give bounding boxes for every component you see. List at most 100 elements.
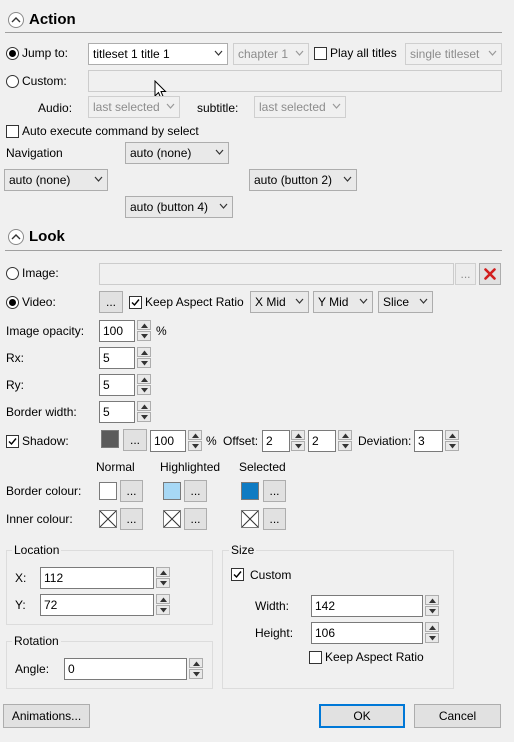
jump-target-select[interactable]: titleset 1 title 1 [88, 43, 228, 65]
image-radio[interactable] [6, 267, 19, 280]
nav-right-select[interactable]: auto (button 2) [249, 169, 357, 191]
ry-input[interactable]: 5 [99, 374, 135, 396]
rx-input[interactable]: 5 [99, 347, 135, 369]
jump-to-radio[interactable] [6, 47, 19, 60]
spin-up-icon[interactable] [156, 594, 170, 604]
location-x-input[interactable]: 112 [40, 567, 154, 589]
shadow-offset-x-input[interactable]: 2 [262, 430, 290, 452]
spin-up-icon[interactable] [291, 430, 305, 440]
spin-down-icon[interactable] [189, 669, 203, 679]
shadow-color-swatch[interactable] [101, 430, 119, 448]
spin-up-icon[interactable] [137, 347, 151, 357]
spin-up-icon[interactable] [188, 430, 202, 440]
border-colour-highlighted-button[interactable]: ... [184, 480, 207, 502]
spin-up-icon[interactable] [425, 595, 439, 605]
x-align-select[interactable]: X Mid [250, 291, 309, 313]
inner-colour-normal-swatch[interactable] [99, 510, 117, 528]
nav-up-select[interactable]: auto (none) [125, 142, 229, 164]
chapter-select[interactable]: chapter 1 [233, 43, 309, 65]
border-colour-selected-button[interactable]: ... [263, 480, 286, 502]
custom-command-input[interactable] [88, 70, 502, 92]
spin-down-icon[interactable] [137, 412, 151, 422]
nav-left-select[interactable]: auto (none) [4, 169, 108, 191]
clear-image-button[interactable] [479, 263, 501, 285]
border-width-input[interactable]: 5 [99, 401, 135, 423]
size-width-input[interactable]: 142 [311, 595, 423, 617]
shadow-deviation-input[interactable]: 3 [414, 430, 443, 452]
titleset-scope-select[interactable]: single titleset [405, 43, 502, 65]
video-browse-button[interactable]: ... [99, 291, 123, 313]
image-opacity-input[interactable]: 100 [99, 320, 135, 342]
shadow-checkbox[interactable] [6, 435, 19, 448]
size-height-input[interactable]: 106 [311, 622, 423, 644]
location-y-input[interactable]: 72 [40, 594, 154, 616]
audio-select[interactable]: last selected [88, 96, 180, 118]
spin-down-icon[interactable] [156, 605, 170, 615]
border-colour-normal-button[interactable]: ... [120, 480, 143, 502]
spin-down-icon[interactable] [156, 578, 170, 588]
fit-mode-select[interactable]: Slice [378, 291, 433, 313]
size-width-spinner[interactable] [425, 595, 439, 617]
inner-colour-highlighted-button[interactable]: ... [184, 508, 207, 530]
shadow-opacity-input[interactable]: 100 [150, 430, 186, 452]
video-radio[interactable] [6, 296, 19, 309]
spin-up-icon[interactable] [137, 320, 151, 330]
shadow-offset-x-spinner[interactable] [291, 430, 305, 452]
location-x-spinner[interactable] [156, 567, 170, 589]
shadow-offset-y-spinner[interactable] [338, 430, 352, 452]
border-width-spinner[interactable] [137, 401, 151, 423]
rx-spinner[interactable] [137, 347, 151, 369]
spin-down-icon[interactable] [137, 358, 151, 368]
image-opacity-spinner[interactable] [137, 320, 151, 342]
collapse-look-icon[interactable] [8, 229, 24, 245]
size-custom-checkbox[interactable] [231, 568, 244, 581]
animations-button[interactable]: Animations... [3, 704, 90, 728]
spin-up-icon[interactable] [137, 374, 151, 384]
border-colour-normal-swatch[interactable] [99, 482, 117, 500]
cancel-button[interactable]: Cancel [414, 704, 501, 728]
play-all-titles-checkbox[interactable] [314, 47, 327, 60]
ry-spinner[interactable] [137, 374, 151, 396]
spin-up-icon[interactable] [425, 622, 439, 632]
spin-down-icon[interactable] [425, 633, 439, 643]
image-browse-button[interactable]: ... [455, 263, 476, 285]
image-path-input[interactable] [99, 263, 454, 285]
spin-down-icon[interactable] [188, 441, 202, 451]
size-height-spinner[interactable] [425, 622, 439, 644]
spin-down-icon[interactable] [425, 606, 439, 616]
spin-up-icon[interactable] [189, 658, 203, 668]
subtitle-select[interactable]: last selected [254, 96, 346, 118]
shadow-deviation-spinner[interactable] [445, 430, 459, 452]
custom-radio[interactable] [6, 75, 19, 88]
inner-colour-selected-swatch[interactable] [241, 510, 259, 528]
spin-down-icon[interactable] [137, 385, 151, 395]
shadow-opacity-spinner[interactable] [188, 430, 202, 452]
spin-up-icon[interactable] [156, 567, 170, 577]
rotation-angle-spinner[interactable] [189, 658, 203, 680]
inner-colour-normal-button[interactable]: ... [120, 508, 143, 530]
spin-down-icon[interactable] [291, 441, 305, 451]
collapse-action-icon[interactable] [8, 12, 24, 28]
spin-down-icon[interactable] [137, 331, 151, 341]
spin-down-icon[interactable] [338, 441, 352, 451]
inner-colour-highlighted-swatch[interactable] [163, 510, 181, 528]
rotation-angle-input[interactable]: 0 [64, 658, 187, 680]
spin-up-icon[interactable] [137, 401, 151, 411]
border-colour-highlighted-swatch[interactable] [163, 482, 181, 500]
spin-down-icon[interactable] [445, 441, 459, 451]
size-keep-aspect-checkbox[interactable] [309, 651, 322, 664]
shadow-offset-y-input[interactable]: 2 [308, 430, 336, 452]
border-width-value: 5 [103, 405, 110, 419]
location-y-spinner[interactable] [156, 594, 170, 616]
shadow-color-button[interactable]: ... [123, 429, 147, 451]
border-colour-selected-swatch[interactable] [241, 482, 259, 500]
rotation-angle-label: Angle: [15, 662, 50, 676]
spin-up-icon[interactable] [338, 430, 352, 440]
auto-execute-checkbox[interactable] [6, 125, 19, 138]
ok-button[interactable]: OK [319, 704, 405, 728]
nav-down-select[interactable]: auto (button 4) [125, 196, 233, 218]
spin-up-icon[interactable] [445, 430, 459, 440]
keep-aspect-ratio-checkbox[interactable] [129, 296, 142, 309]
y-align-select[interactable]: Y Mid [313, 291, 373, 313]
inner-colour-selected-button[interactable]: ... [263, 508, 286, 530]
